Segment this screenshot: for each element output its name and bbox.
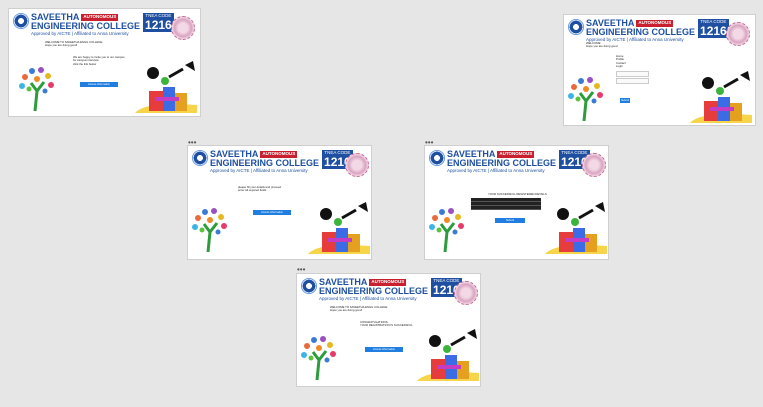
approval-text: Approved by AICTE | Affiliated to Anna U… [319,296,417,301]
seal-icon [726,22,750,46]
tree-illustration-icon [429,208,464,252]
approval-text: Approved by AICTE | Affiliated to Anna U… [447,168,545,173]
screen-card-menu[interactable]: SAVEETHA AUTONOMOUS ENGINEERING COLLEGE A… [564,15,755,125]
submit-button[interactable]: Submit [495,218,525,223]
table-title: YOUR SUCCESSFUL REGISTERED DETAILS [488,192,547,196]
celebration-illustration-icon [545,202,607,254]
college-name-line2: ENGINEERING COLLEGE [319,286,429,296]
college-name-line2: ENGINEERING COLLEGE [210,158,320,168]
seal-icon [171,16,195,40]
tree-illustration-icon [192,208,227,252]
college-logo-icon [301,278,317,294]
screen-card-welcome[interactable]: SAVEETHA AUTONOMOUS ENGINEERING COLLEGE A… [9,9,200,116]
screen-card-registered[interactable]: SAVEETHA AUTONOMOUS ENGINEERING COLLEGE A… [425,146,608,259]
college-header: SAVEETHA AUTONOMOUS ENGINEERING COLLEGE A… [192,150,353,174]
welcome-text: WELCOME TO SAVEETHA ENGG COLLEGE Hope yo… [45,40,103,48]
autonomous-badge: AUTONOMOUS [636,20,674,27]
access-information-button[interactable]: Access Information [365,347,403,352]
celebration-illustration-icon [417,329,479,381]
autonomous-badge: AUTONOMOUS [260,151,298,158]
college-header: SAVEETHA AUTONOMOUS ENGINEERING COLLEGE A… [301,278,462,302]
screen-card-details[interactable]: SAVEETHA AUTONOMOUS ENGINEERING COLLEGE A… [188,146,371,259]
welcome-text: WELCOME Hope you are doing good [586,41,618,49]
nav-links: Home Profile Contact Login [616,54,626,69]
access-information-button[interactable]: Access Information [80,82,118,87]
college-logo-icon [192,150,208,166]
screen-card-congratulations[interactable]: SAVEETHA AUTONOMOUS ENGINEERING COLLEGE A… [297,274,480,386]
tree-illustration-icon [19,67,54,111]
celebration-illustration-icon [135,61,197,113]
form-field[interactable] [616,71,649,77]
welcome-text: WELCOME TO SAVEETHA ENGG COLLEGE Hope yo… [330,305,388,313]
tree-illustration-icon [568,77,603,121]
invite-text: We are happy to invite you to our campus… [73,55,125,66]
nav-link-login[interactable]: Login [616,64,626,68]
college-logo-icon [568,19,584,35]
college-logo-icon [13,13,29,29]
tnea-badge: TNEA CODE 1216 [143,13,174,32]
seal-icon [582,153,606,177]
approval-text: Approved by AICTE | Affiliated to Anna U… [210,168,308,173]
tree-illustration-icon [301,336,336,380]
approval-text: Approved by AICTE | Affiliated to Anna U… [31,31,129,36]
tnea-badge: TNEA CODE 1216 [698,19,729,38]
college-name-line2: ENGINEERING COLLEGE [31,21,141,31]
success-text: CONGRATULATIONS YOUR REGISTRATION IS SUC… [360,320,413,328]
autonomous-badge: AUTONOMOUS [497,151,535,158]
college-logo-icon [429,150,445,166]
college-header: SAVEETHA AUTONOMOUS ENGINEERING COLLEGE A… [429,150,590,174]
instruction-text: please fill your details and proceed ent… [238,185,282,193]
college-name-line2: ENGINEERING COLLEGE [586,27,696,37]
table-row [471,206,541,210]
college-header: SAVEETHA AUTONOMOUS ENGINEERING COLLEGE A… [568,19,729,43]
autonomous-badge: AUTONOMOUS [369,279,407,286]
details-table [471,198,541,210]
frame-options-icon[interactable]: ••• [297,266,305,274]
college-header: SAVEETHA AUTONOMOUS ENGINEERING COLLEGE A… [13,13,174,37]
form-field[interactable] [616,78,649,84]
celebration-illustration-icon [690,71,752,123]
seal-icon [345,153,369,177]
celebration-illustration-icon [308,202,370,254]
autonomous-badge: AUTONOMOUS [81,14,119,21]
submit-button[interactable]: Submit [620,98,630,103]
college-name-line2: ENGINEERING COLLEGE [447,158,557,168]
access-information-button[interactable]: Access Information [253,210,291,215]
seal-icon [454,281,478,305]
